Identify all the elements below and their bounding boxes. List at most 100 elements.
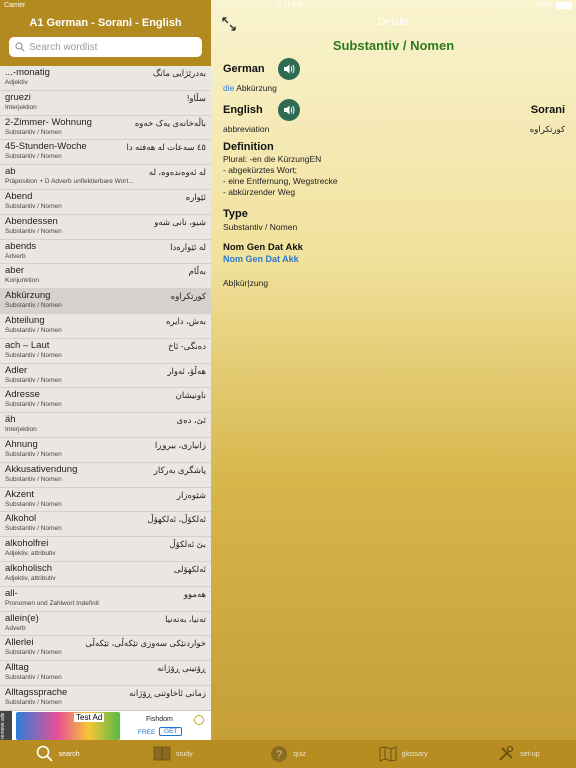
list-item[interactable]: Akzent Substantiv / Nomen شێوەزار bbox=[0, 488, 211, 513]
word-type: Substantiv / Nomen bbox=[5, 698, 62, 706]
word-sorani: ناونیشان bbox=[175, 390, 206, 401]
list-item[interactable]: ...-monatig Adjektiv بەدرێژایی مانگ bbox=[0, 66, 211, 91]
definition-text: Plural: -en die KürzungEN - abgekürztes … bbox=[223, 154, 338, 197]
word-german: Adresse bbox=[5, 389, 40, 401]
word-type: Substantiv / Nomen bbox=[5, 525, 62, 533]
word-german: Alltagssprache bbox=[5, 686, 68, 698]
list-item[interactable]: Abkürzung Substantiv / Nomen کورتکراوە bbox=[0, 289, 211, 314]
list-item[interactable]: 2-Zimmer- Wohnung Substantiv / Nomen باڵەخ… bbox=[0, 116, 211, 141]
word-german: Abendessen bbox=[5, 215, 58, 227]
ad-banner[interactable]: remove ads Test Ad Fishdom FREE GET bbox=[0, 710, 211, 741]
tab-search[interactable]: search bbox=[0, 740, 115, 768]
list-item[interactable]: abends Adverb لە ئێوارەدا bbox=[0, 240, 211, 265]
list-item[interactable]: Adresse Substantiv / Nomen ناونیشان bbox=[0, 388, 211, 414]
list-item[interactable]: Abendessen Substantiv / Nomen شیو، نانی شە… bbox=[0, 215, 211, 240]
test-ad-label: Test Ad bbox=[74, 713, 105, 722]
word-sorani: هەڵۆ، ئەوار bbox=[167, 365, 206, 376]
details-header: Details bbox=[378, 17, 409, 28]
list-item[interactable]: alkoholfrei Adjektiv, attributiv بێ ئەلکۆڵ bbox=[0, 537, 211, 562]
word-german: Abend bbox=[5, 190, 33, 202]
list-item[interactable]: Alltag Substantiv / Nomen ڕۆتینی ڕۆژانە bbox=[0, 661, 211, 686]
word-german: alkoholfrei bbox=[5, 538, 49, 550]
tab-glossary[interactable]: glossary bbox=[346, 740, 461, 768]
word-german: ab bbox=[5, 166, 16, 178]
ad-info-icon[interactable] bbox=[194, 715, 204, 725]
search-input[interactable] bbox=[29, 41, 189, 53]
ad-free-label: FREE bbox=[138, 729, 156, 736]
word-type: Adverb bbox=[5, 624, 26, 632]
word-german: ach – Laut bbox=[5, 339, 50, 351]
list-item[interactable]: Alltagssprache Substantiv / Nomen زمانی ئا… bbox=[0, 686, 211, 710]
tools-icon bbox=[499, 745, 514, 761]
ad-image[interactable] bbox=[16, 712, 120, 740]
list-item[interactable]: Abend Substantiv / Nomen ئێوارە bbox=[0, 190, 211, 215]
word-sorani: هەموو bbox=[183, 588, 206, 599]
tab-label: search bbox=[58, 750, 80, 758]
status-time: 12:11 AM bbox=[273, 2, 303, 9]
word-type: Substantiv / Nomen bbox=[5, 128, 62, 136]
speaker-icon bbox=[284, 105, 295, 115]
word-german: 45-Stunden-Woche bbox=[5, 141, 87, 153]
tab-study[interactable]: study bbox=[115, 740, 230, 768]
list-item[interactable]: Ahnung Substantiv / Nomen زانیاری، بیروڕا bbox=[0, 438, 211, 463]
word-sorani: بەش، دایرە bbox=[165, 315, 206, 326]
list-item[interactable]: Abteilung Substantiv / Nomen بەش، دایرە bbox=[0, 314, 211, 339]
word-sorani: پاشگری بەرکار bbox=[153, 464, 206, 475]
word-german: allein(e) bbox=[5, 612, 39, 624]
list-item[interactable]: äh Interjektion ئێ، دەی bbox=[0, 413, 211, 438]
word-sorani: بەدرێژایی مانگ bbox=[152, 68, 206, 78]
word-sorani: ئەلکهۆلی bbox=[173, 563, 206, 574]
list-item[interactable]: ab Präposition + D Adverb unflektierbare … bbox=[0, 165, 211, 190]
word-sorani: لە ئێوارەدا bbox=[170, 241, 206, 252]
remove-ads-button[interactable]: remove ads bbox=[0, 711, 12, 741]
word-sorani: زانیاری، بیروڕا bbox=[154, 439, 206, 450]
list-item[interactable]: 45-Stunden-Woche Substantiv / Nomen ٤٥ سەع… bbox=[0, 140, 211, 166]
word-german: Alltag bbox=[5, 662, 29, 674]
german-word: die Abkürzung bbox=[223, 83, 277, 93]
word-sorani: ٤٥ سەعات لە هەفتە دا bbox=[126, 142, 206, 153]
list-item[interactable]: gruezi Interjektion سڵاو! bbox=[0, 91, 211, 116]
list-item[interactable]: Alkohol Substantiv / Nomen ئەلکۆڵ، ئەلکهۆڵ bbox=[0, 512, 211, 538]
word-type: Substantiv / Nomen bbox=[5, 500, 62, 508]
list-item[interactable]: alkoholisch Adjektiv, attributiv ئەلکهۆلی bbox=[0, 562, 211, 587]
word-type: Präposition + D Adverb unflektierbare Wo… bbox=[5, 178, 134, 186]
list-item[interactable]: ach – Laut Substantiv / Nomen دەنگی- ئاخ bbox=[0, 339, 211, 364]
question-icon: ? bbox=[271, 746, 288, 762]
english-audio-button[interactable] bbox=[278, 99, 300, 121]
tab-label: quiz bbox=[293, 750, 306, 758]
word-german: alkoholisch bbox=[5, 562, 52, 574]
word-type: Adjektiv bbox=[5, 79, 28, 86]
list-item[interactable]: allein(e) Adverb تەنیا، بەتەنیا bbox=[0, 612, 211, 637]
word-type: Substantiv / Nomen bbox=[5, 302, 62, 310]
word-type: Pronomen und Zahlwort Indefinit bbox=[5, 599, 99, 607]
word-german: Allerlei bbox=[5, 637, 34, 649]
book-icon bbox=[153, 746, 171, 761]
ad-get-button[interactable]: GET bbox=[159, 727, 183, 736]
word-type: Substantiv / Nomen bbox=[5, 153, 62, 161]
word-sorani: شێوەزار bbox=[176, 489, 206, 500]
type-value: Substantiv / Nomen bbox=[223, 222, 298, 232]
word-type: Adjektiv, attributiv bbox=[5, 574, 56, 582]
word-sorani: خواردنێکی سەوزی تێکەڵی، تێکەڵی bbox=[85, 638, 206, 649]
word-sorani: ئێ، دەی bbox=[176, 415, 206, 426]
word-german: gruezi bbox=[5, 91, 31, 103]
list-item[interactable]: aber Konjunktion بەڵام bbox=[0, 264, 211, 290]
word-german: Akkusativendung bbox=[5, 463, 78, 475]
list-item[interactable]: Adler Substantiv / Nomen هەڵۆ، ئەوار bbox=[0, 364, 211, 389]
word-german: abends bbox=[5, 240, 37, 252]
tab-bar: search study ? quiz glossary set-up bbox=[0, 740, 576, 768]
tab-setup[interactable]: set-up bbox=[461, 740, 576, 768]
word-type: Adverb bbox=[5, 252, 26, 260]
list-item[interactable]: Allerlei Substantiv / Nomen خواردنێکی سەوز… bbox=[0, 636, 211, 662]
word-sorani: ڕۆتینی ڕۆژانە bbox=[157, 663, 206, 674]
tab-quiz[interactable]: ? quiz bbox=[230, 740, 345, 768]
word-sorani: تەنیا، بەتەنیا bbox=[165, 613, 206, 624]
german-word-text: Abkürzung bbox=[236, 83, 277, 93]
german-audio-button[interactable] bbox=[278, 58, 300, 80]
word-german: Akzent bbox=[5, 488, 35, 500]
list-item[interactable]: all- Pronomen und Zahlwort Indefinit هەموو bbox=[0, 587, 211, 612]
german-article: die bbox=[223, 83, 235, 93]
list-item[interactable]: Akkusativendung Substantiv / Nomen پاشگری … bbox=[0, 463, 211, 488]
word-list[interactable]: ...-monatig Adjektiv بەدرێژایی مانگ gruezi I… bbox=[0, 66, 211, 710]
search-box[interactable] bbox=[9, 37, 202, 57]
